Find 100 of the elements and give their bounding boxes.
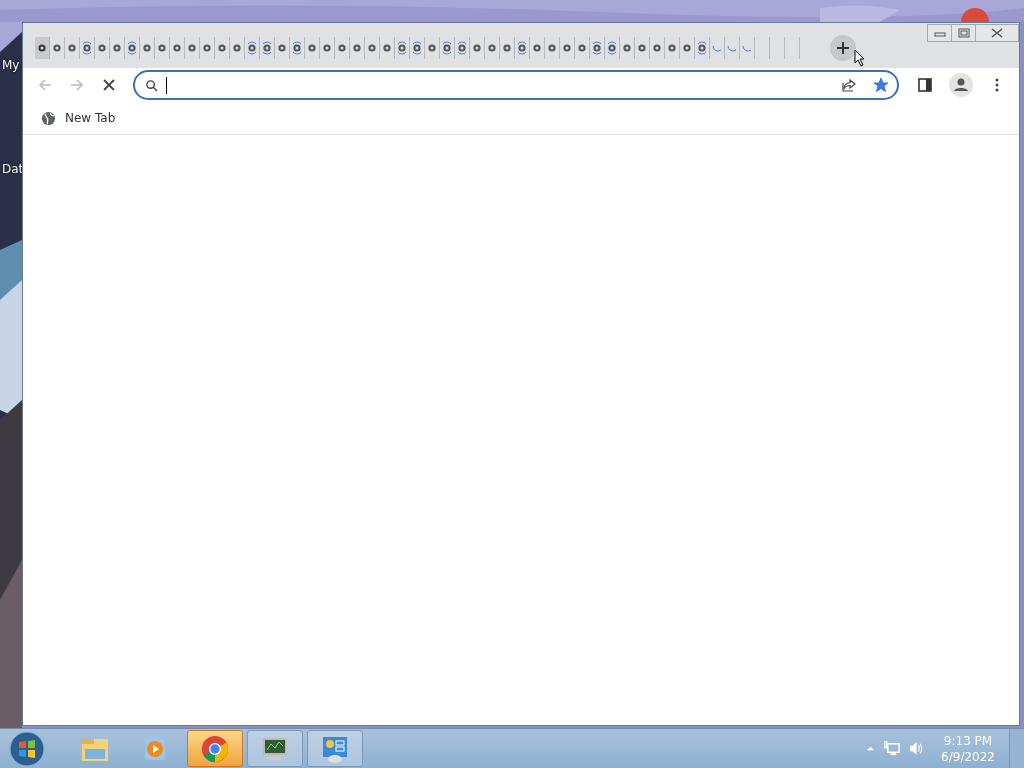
tab[interactable] bbox=[530, 37, 545, 59]
favicon-icon bbox=[577, 41, 587, 55]
favicon-icon bbox=[247, 41, 257, 55]
favicon-icon bbox=[112, 41, 122, 55]
favicon-icon bbox=[157, 41, 167, 55]
tab[interactable] bbox=[245, 37, 260, 59]
tab[interactable] bbox=[155, 37, 170, 59]
tab[interactable] bbox=[80, 37, 95, 59]
minimize-icon bbox=[933, 29, 946, 37]
tab[interactable] bbox=[110, 37, 125, 59]
tab[interactable] bbox=[95, 37, 110, 59]
tab[interactable] bbox=[695, 37, 710, 59]
tab[interactable] bbox=[125, 37, 140, 59]
favicon-icon bbox=[517, 41, 527, 55]
tab[interactable] bbox=[365, 37, 380, 59]
favicon-icon bbox=[427, 41, 437, 55]
tab[interactable] bbox=[140, 37, 155, 59]
star-icon[interactable] bbox=[873, 77, 889, 93]
tab[interactable] bbox=[500, 37, 515, 59]
favicon-icon bbox=[532, 41, 542, 55]
tab[interactable] bbox=[650, 37, 665, 59]
tab[interactable] bbox=[290, 37, 305, 59]
tab[interactable] bbox=[170, 37, 185, 59]
address-field[interactable] bbox=[133, 70, 899, 100]
tab[interactable] bbox=[665, 37, 680, 59]
tab[interactable] bbox=[470, 37, 485, 59]
taskbar-app[interactable] bbox=[307, 730, 363, 767]
favicon-icon bbox=[562, 41, 572, 55]
search-icon bbox=[145, 78, 158, 92]
globe-icon bbox=[41, 110, 56, 126]
desktop-icon-label[interactable]: Dat bbox=[2, 162, 24, 176]
favicon-icon bbox=[352, 41, 362, 55]
favicon-icon bbox=[457, 41, 467, 55]
tab[interactable] bbox=[605, 37, 620, 59]
bookmark-link[interactable]: New Tab bbox=[35, 108, 122, 128]
close-icon bbox=[101, 77, 117, 93]
favicon-icon bbox=[172, 41, 182, 55]
maximize-icon bbox=[957, 28, 970, 38]
tab[interactable] bbox=[410, 37, 425, 59]
tab[interactable] bbox=[485, 37, 500, 59]
chrome-icon bbox=[200, 733, 230, 764]
tab[interactable] bbox=[635, 37, 650, 59]
tab[interactable] bbox=[395, 37, 410, 59]
tab[interactable] bbox=[575, 37, 590, 59]
favicon-icon bbox=[307, 41, 317, 55]
favicon-icon bbox=[502, 41, 512, 55]
tab[interactable] bbox=[620, 37, 635, 59]
tab[interactable] bbox=[50, 37, 65, 59]
tab[interactable] bbox=[230, 37, 245, 59]
tab[interactable] bbox=[305, 37, 320, 59]
tab[interactable] bbox=[320, 37, 335, 59]
favicon-icon bbox=[67, 41, 77, 55]
favicon-icon bbox=[187, 41, 197, 55]
tab[interactable] bbox=[275, 37, 290, 59]
back-arrow-icon bbox=[37, 77, 53, 93]
favicon-icon bbox=[142, 41, 152, 55]
profile-icon[interactable] bbox=[949, 73, 973, 97]
side-panel-icon[interactable] bbox=[917, 77, 933, 93]
new-tab-button[interactable] bbox=[830, 35, 856, 61]
tab[interactable] bbox=[35, 37, 50, 59]
favicon-icon bbox=[37, 41, 47, 55]
favicon-icon bbox=[397, 41, 407, 55]
favicon-icon bbox=[277, 41, 287, 55]
date-text: 6/9/2022 bbox=[941, 748, 995, 765]
tab[interactable] bbox=[65, 37, 80, 59]
favicon-icon bbox=[682, 41, 692, 55]
tab[interactable] bbox=[215, 37, 230, 59]
favicon-icon bbox=[442, 41, 452, 55]
desktop-icon-label[interactable]: My bbox=[2, 58, 20, 72]
tab[interactable] bbox=[590, 37, 605, 59]
tab[interactable] bbox=[335, 37, 350, 59]
forward-arrow-icon bbox=[69, 77, 85, 93]
tab[interactable] bbox=[515, 37, 530, 59]
start-button[interactable] bbox=[9, 730, 45, 767]
tab[interactable] bbox=[440, 37, 455, 59]
favicon-icon bbox=[412, 41, 422, 55]
taskbar-app[interactable] bbox=[247, 730, 303, 767]
tab[interactable] bbox=[380, 37, 395, 59]
tab[interactable] bbox=[425, 37, 440, 59]
favicon-icon bbox=[472, 41, 482, 55]
close-icon bbox=[991, 28, 1003, 38]
cursor-icon bbox=[854, 49, 866, 67]
favicon-icon bbox=[607, 41, 617, 55]
taskbar-app[interactable] bbox=[187, 730, 243, 767]
tab[interactable] bbox=[455, 37, 470, 59]
tab[interactable] bbox=[560, 37, 575, 59]
favicon-icon bbox=[367, 41, 377, 55]
favicon-icon bbox=[97, 41, 107, 55]
tab[interactable] bbox=[200, 37, 215, 59]
tab[interactable] bbox=[350, 37, 365, 59]
plus-icon bbox=[835, 40, 851, 56]
tab[interactable] bbox=[260, 37, 275, 59]
share-icon[interactable] bbox=[841, 77, 857, 93]
favicon-icon bbox=[322, 41, 332, 55]
time-text: 9:13 PM bbox=[943, 732, 993, 749]
tab[interactable] bbox=[545, 37, 560, 59]
tab[interactable] bbox=[185, 37, 200, 59]
favicon-icon bbox=[127, 41, 137, 55]
favicon-icon bbox=[52, 41, 62, 55]
tab[interactable] bbox=[680, 37, 695, 59]
